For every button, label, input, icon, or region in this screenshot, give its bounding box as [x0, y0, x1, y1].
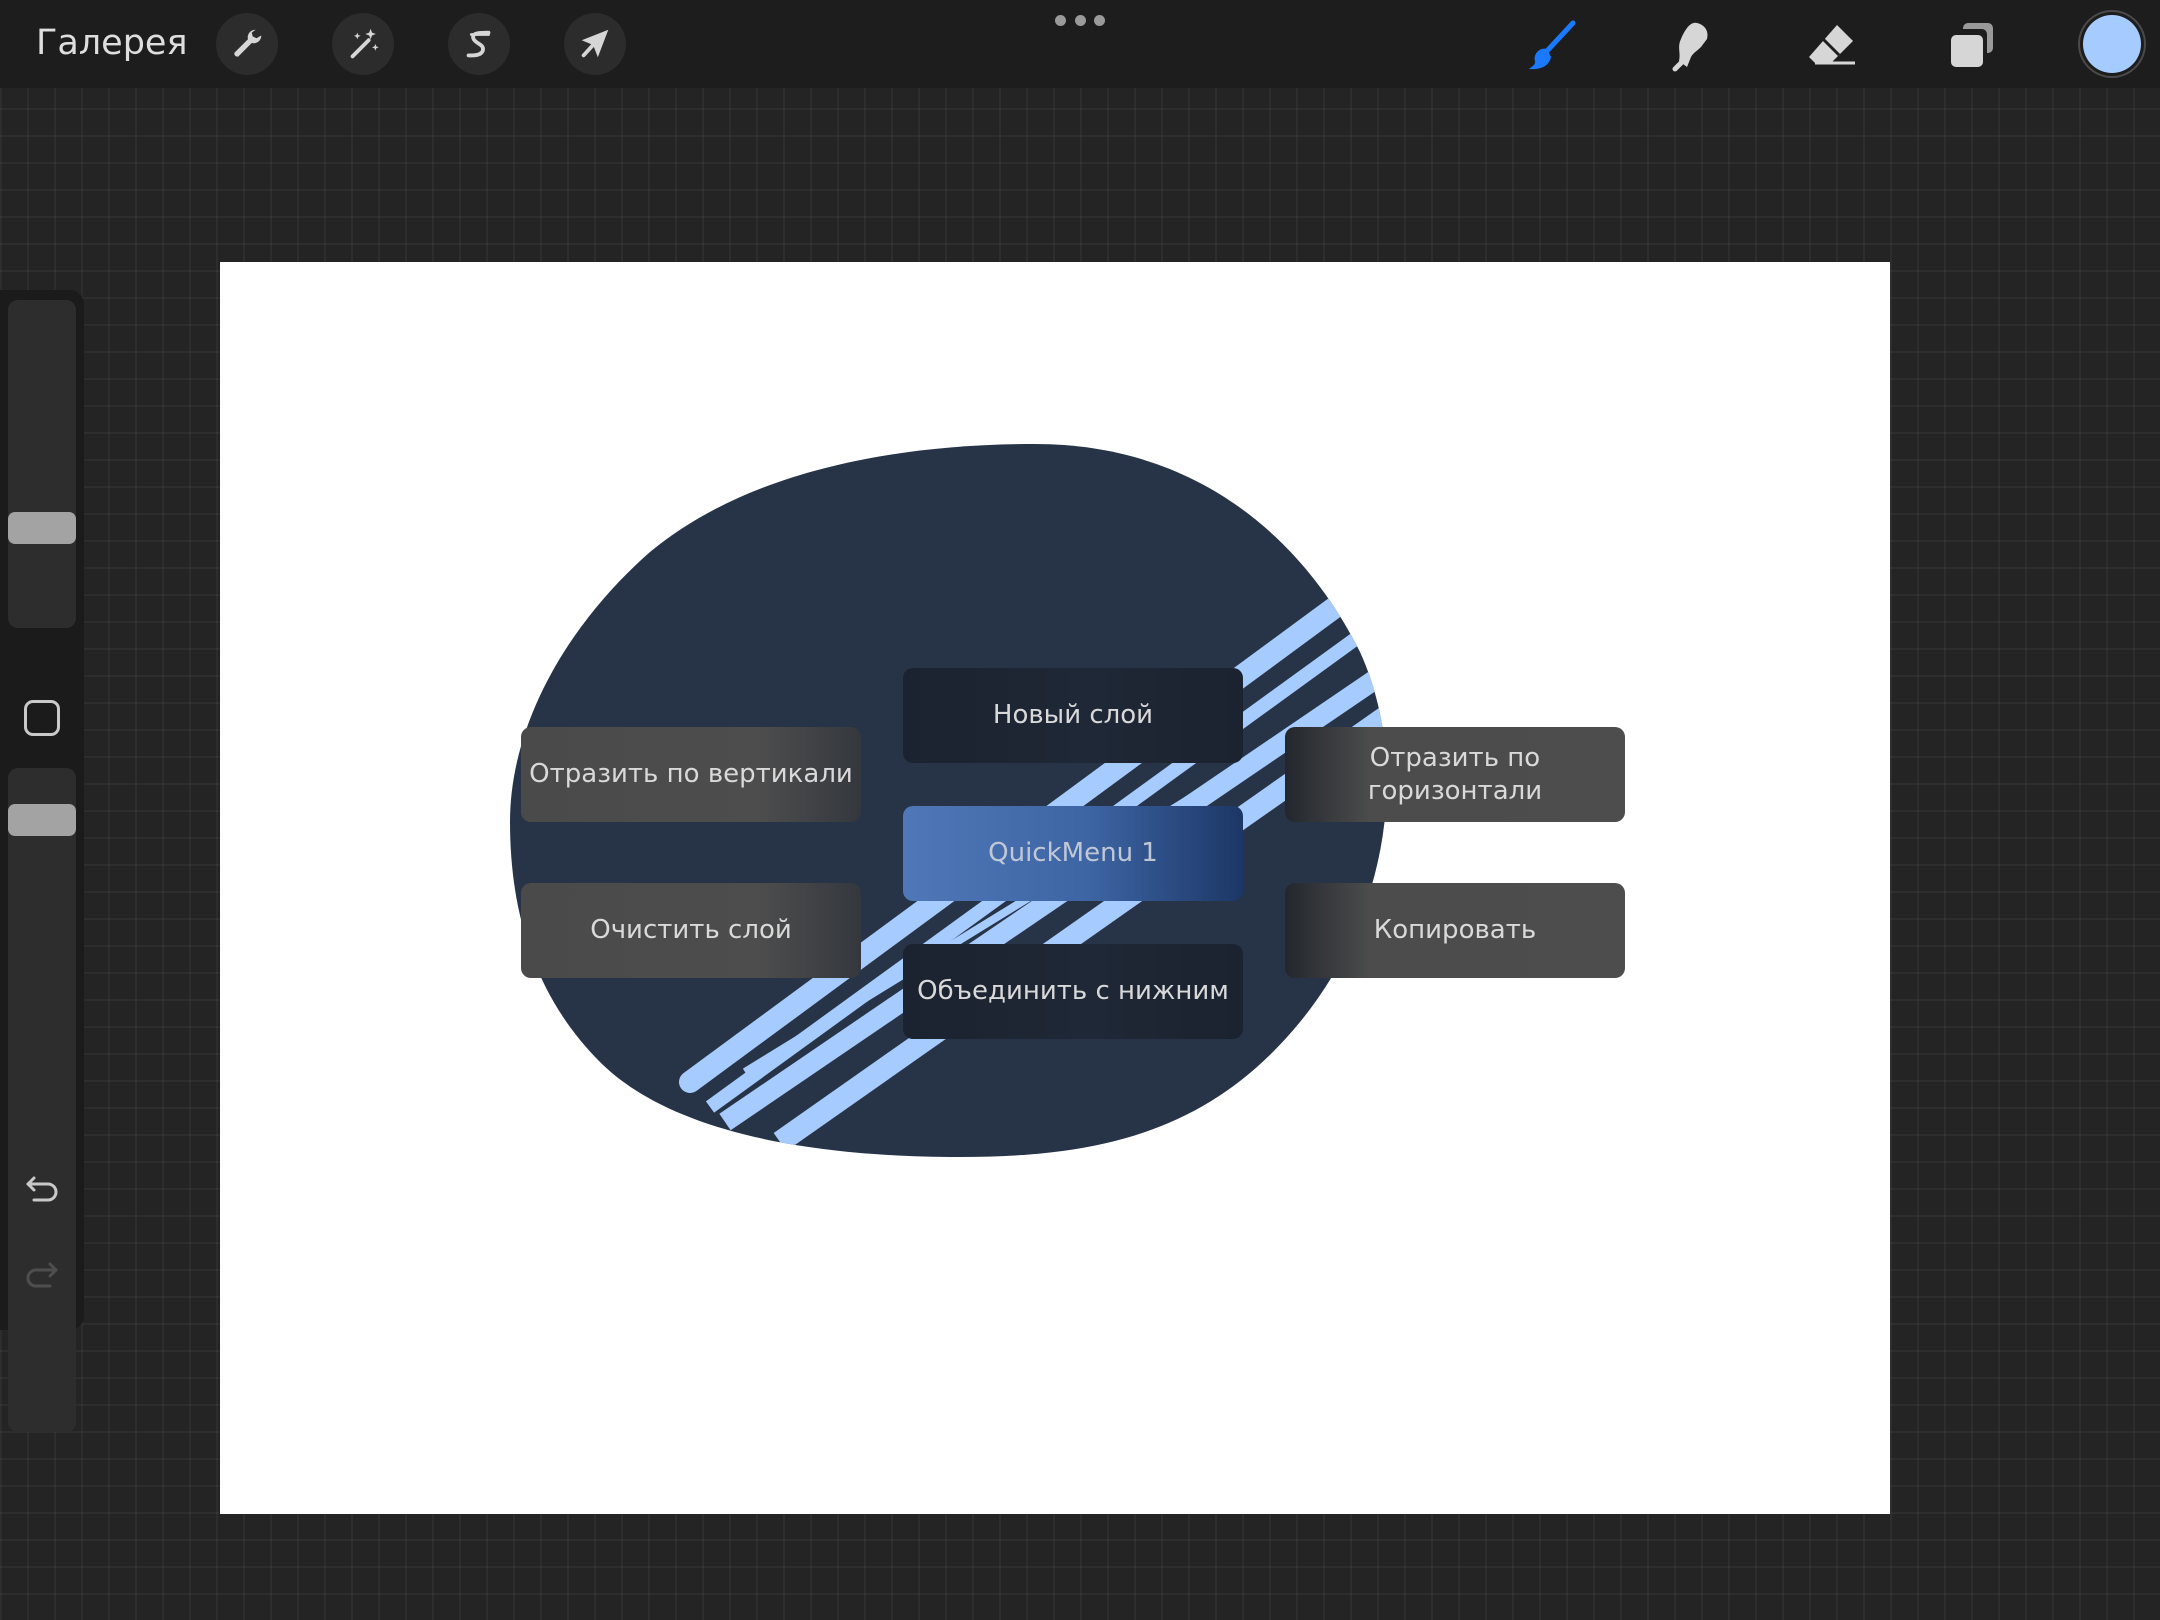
actions-button[interactable]: [216, 13, 278, 75]
drawing-canvas[interactable]: Новый слой QuickMenu 1 Объединить с нижн…: [220, 262, 1890, 1514]
transform-button[interactable]: [564, 13, 626, 75]
brush-size-thumb[interactable]: [8, 512, 76, 544]
brush-size-slider[interactable]: [8, 300, 76, 628]
square-modify-icon[interactable]: [24, 700, 60, 736]
flip-horizontal-label-line1: Отразить по: [1369, 742, 1541, 773]
flip-horizontal-label-line2: горизонтали: [1367, 775, 1543, 806]
smudge-tool-button[interactable]: [1660, 14, 1724, 78]
quickmenu-flip-horizontal[interactable]: Отразить по горизонтали: [1285, 727, 1625, 822]
top-toolbar: Галерея: [0, 0, 2160, 88]
brush-icon: [1529, 20, 1576, 70]
arrow-cursor-icon: [581, 29, 609, 58]
redo-button[interactable]: [20, 1252, 64, 1296]
adjustments-button[interactable]: [332, 13, 394, 75]
layers-button[interactable]: [1940, 14, 2004, 78]
opacity-thumb[interactable]: [8, 804, 76, 836]
gallery-button[interactable]: Галерея: [36, 20, 188, 66]
undo-button[interactable]: [20, 1166, 64, 1210]
quickmenu-copy[interactable]: Копировать: [1285, 883, 1625, 978]
quickmenu-clear-layer[interactable]: Очистить слой: [521, 883, 861, 978]
smudge-icon: [1672, 22, 1708, 72]
left-sidebar: [0, 290, 84, 1432]
wrench-icon: [234, 29, 262, 57]
eraser-icon: [1809, 25, 1855, 65]
brush-tool-button[interactable]: [1520, 14, 1584, 78]
redo-icon: [26, 1262, 58, 1288]
selection-button[interactable]: [448, 13, 510, 75]
undo-icon: [26, 1176, 58, 1202]
quickmenu-center[interactable]: QuickMenu 1: [903, 806, 1243, 901]
opacity-slider[interactable]: [8, 768, 76, 1432]
selection-s-icon: [466, 30, 491, 58]
eraser-tool-button[interactable]: [1800, 14, 1864, 78]
magic-wand-icon: [350, 28, 379, 59]
quickmenu-new-layer[interactable]: Новый слой: [903, 668, 1243, 763]
color-picker-button[interactable]: [2083, 15, 2141, 73]
layers-icon: [1951, 23, 1993, 67]
more-dots-icon[interactable]: [1055, 12, 1105, 28]
quickmenu-flip-vertical[interactable]: Отразить по вертикали: [521, 727, 861, 822]
quickmenu-merge-down[interactable]: Объединить с нижним: [903, 944, 1243, 1039]
